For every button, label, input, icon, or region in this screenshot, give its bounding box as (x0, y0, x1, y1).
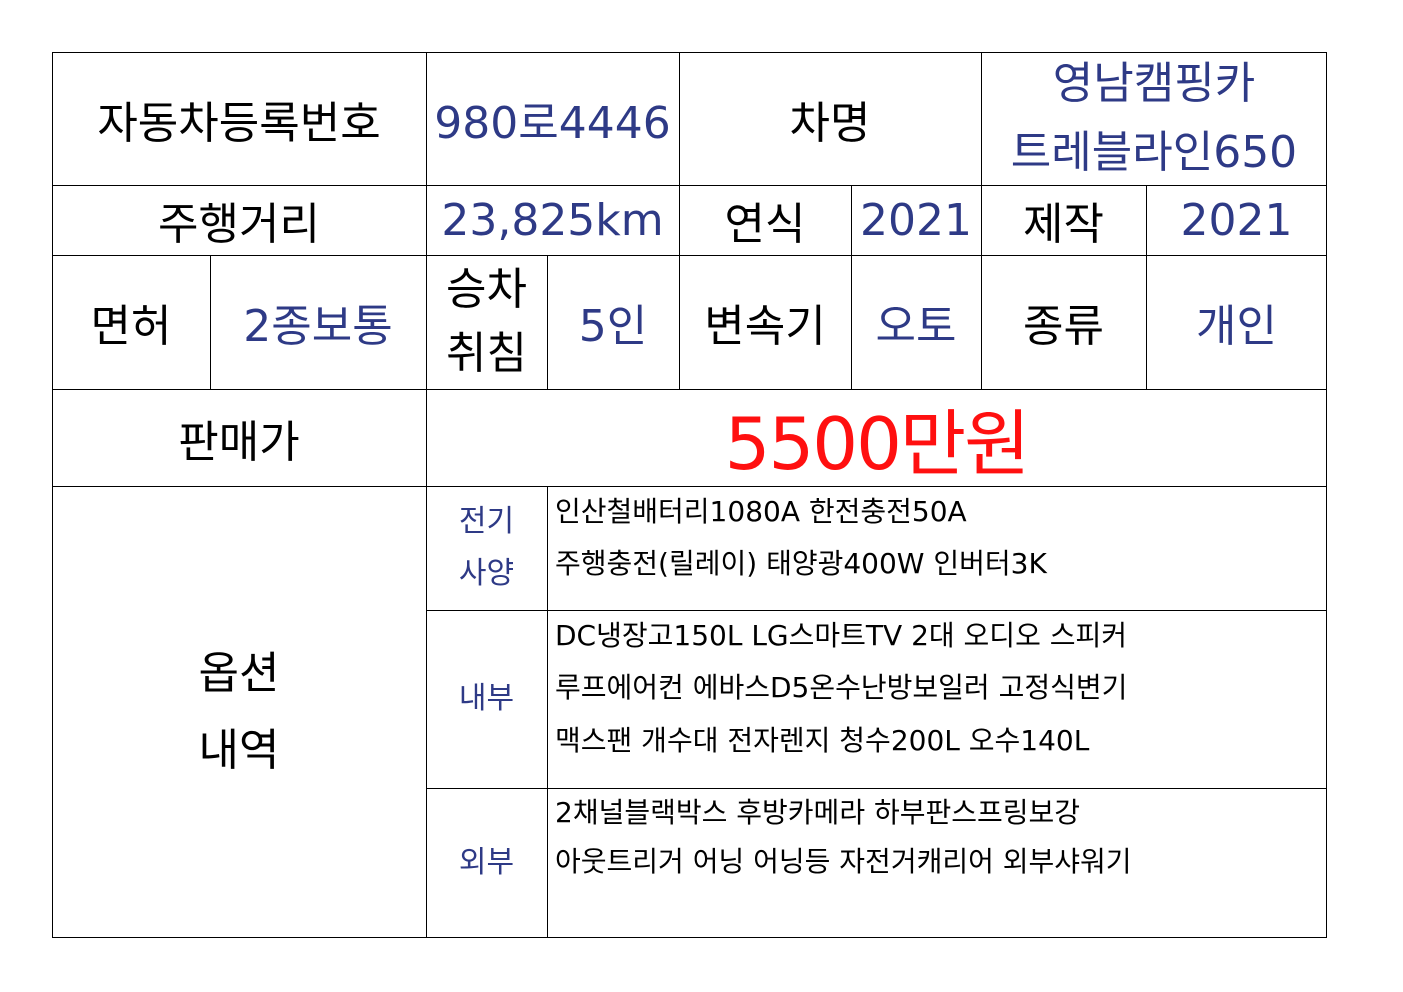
interior-label: 내부 (458, 680, 515, 716)
col-divider (210, 255, 211, 389)
border-bottom (52, 937, 1327, 938)
transmission-label: 변속기 (704, 301, 826, 352)
model-year-label: 연식 (724, 199, 806, 250)
border-right (1326, 52, 1327, 938)
manufacture-value: 2021 (1180, 194, 1293, 246)
electric-spec-line: 인산철배터리1080A 한전충전50A (555, 495, 967, 528)
model-year-value: 2021 (860, 194, 972, 246)
col-divider (851, 185, 852, 389)
options-label: 옵션 내역 (52, 486, 426, 938)
exterior-line: 아웃트리거 어닝 어닝등 자전거캐리어 외부샤워기 (555, 845, 1132, 878)
type-value: 개인 (1196, 301, 1277, 352)
col-divider (426, 52, 427, 938)
exterior-line: 2채널블랙박스 후방카메라 하부판스프링보강 (555, 796, 1081, 829)
type-label: 종류 (1023, 301, 1104, 352)
seating-sleeping-label: 승차 취침 (426, 255, 547, 389)
electric-spec-label-line1: 전기 (458, 503, 515, 539)
electric-spec-label: 전기 사양 (426, 486, 547, 610)
col-divider (547, 486, 548, 938)
row-divider (52, 389, 1327, 390)
row-divider (52, 185, 1327, 186)
vehicle-name-line2: 트레블라인650 (1010, 126, 1298, 178)
sleeping-label: 취침 (446, 328, 527, 379)
col-divider (981, 52, 982, 389)
interior-line: 루프에어컨 에바스D5온수난방보일러 고정식변기 (555, 671, 1128, 705)
border-top (52, 52, 1327, 53)
vehicle-name-value: 영남캠핑카 트레블라인650 (981, 52, 1327, 185)
exterior-label: 외부 (458, 844, 515, 880)
exterior-list: 2채널블랙박스 후방카메라 하부판스프링보강 아웃트리거 어닝 어닝등 자전거캐… (547, 788, 1327, 938)
registration-number-value: 980로4446 (434, 97, 671, 149)
registration-number-label: 자동차등록번호 (97, 97, 381, 149)
vehicle-name-line1: 영남캠핑카 (1052, 58, 1256, 110)
vehicle-name-label: 차명 (789, 97, 871, 149)
sub-row-divider (426, 788, 1327, 789)
col-divider (679, 52, 680, 389)
electric-spec-label-line2: 사양 (458, 556, 515, 591)
col-divider (547, 255, 548, 389)
options-label-line2: 내역 (198, 725, 280, 776)
row-divider (52, 255, 1327, 256)
price-label: 판매가 (178, 416, 300, 468)
manufacture-label: 제작 (1023, 199, 1104, 250)
col-divider (1146, 185, 1147, 389)
options-label-line1: 옵션 (198, 648, 280, 699)
license-value: 2종보통 (243, 301, 393, 352)
border-left (52, 52, 53, 938)
vehicle-spec-table: 자동차등록번호 980로4446 차명 영남캠핑카 트레블라인650 주행거리 … (52, 52, 1327, 938)
price-value: 5500만원 (724, 402, 1031, 486)
mileage-label: 주행거리 (158, 199, 320, 250)
electric-spec-list: 인산철배터리1080A 한전충전50A 주행충전(릴레이) 태양광400W 인버… (547, 486, 1327, 610)
interior-list: DC냉장고150L LG스마트TV 2대 오디오 스피커 루프에어컨 에바스D5… (547, 610, 1327, 788)
seating-label: 승차 (446, 264, 527, 316)
sub-row-divider (426, 610, 1327, 611)
electric-spec-line: 주행충전(릴레이) 태양광400W 인버터3K (555, 547, 1047, 581)
interior-line: 맥스팬 개수대 전자렌지 청수200L 오수140L (555, 723, 1090, 757)
mileage-value: 23,825km (441, 194, 664, 246)
license-label: 면허 (90, 301, 172, 352)
row-divider (52, 486, 1327, 487)
interior-line: DC냉장고150L LG스마트TV 2대 오디오 스피커 (555, 619, 1128, 652)
transmission-value: 오토 (875, 301, 957, 352)
seating-value: 5인 (578, 301, 648, 352)
